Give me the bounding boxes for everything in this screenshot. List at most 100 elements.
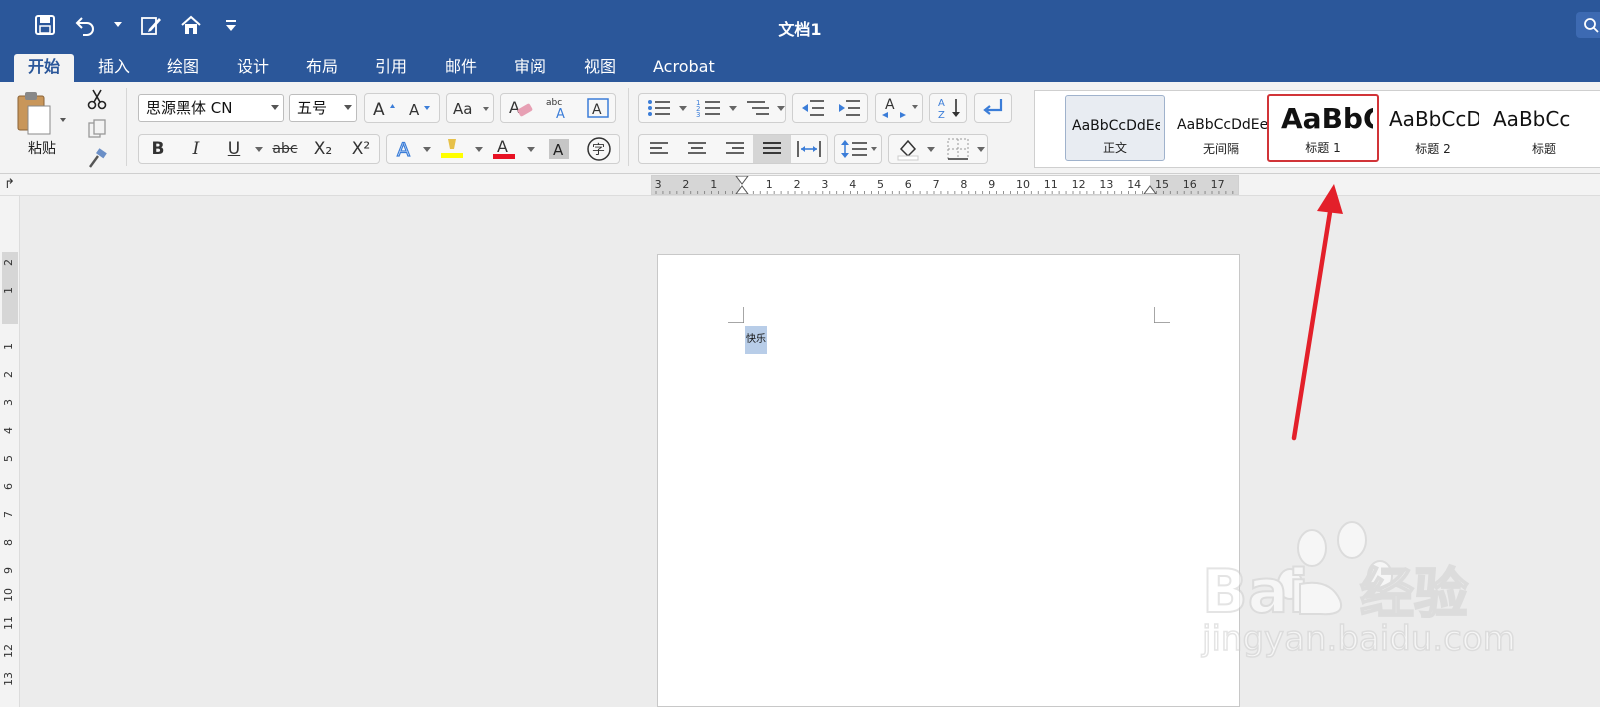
line-spacing-button[interactable]	[834, 134, 882, 164]
ruler-label: 10	[2, 588, 15, 602]
svg-text:A: A	[885, 97, 895, 113]
tab-draw[interactable]: 绘图	[153, 54, 213, 82]
vertical-ruler-ticks: 2112345678910111213	[2, 252, 18, 686]
show-marks-button[interactable]	[974, 93, 1012, 123]
style-heading-1[interactable]: AaBbC 标题 1	[1267, 94, 1379, 162]
svg-text:A: A	[409, 101, 420, 118]
ribbon-tabs: 开始 插入 绘图 设计 布局 引用 邮件 审阅 视图 Acrobat	[0, 52, 1600, 82]
bold-button[interactable]: B	[141, 135, 175, 163]
font-color-dropdown-icon[interactable]	[527, 147, 535, 152]
superscript-button[interactable]: X²	[343, 135, 379, 163]
style-name: 标题	[1531, 142, 1556, 156]
ruler-label: 17	[1211, 178, 1225, 191]
svg-text:A: A	[509, 98, 520, 117]
character-shading-icon[interactable]: A	[541, 135, 577, 163]
strikethrough-button[interactable]: abc	[267, 135, 303, 163]
shading-border-buttons	[888, 134, 988, 164]
underline-button[interactable]: U	[217, 135, 251, 163]
tab-design[interactable]: 设计	[223, 54, 283, 82]
title-bar: 文档1	[0, 0, 1600, 52]
highlight-icon[interactable]	[435, 135, 469, 163]
align-center-icon[interactable]	[679, 135, 715, 163]
ruler-label: 4	[2, 427, 15, 434]
text-effect-dropdown-icon[interactable]	[423, 147, 431, 152]
ruler-label: 16	[1183, 178, 1197, 191]
font-style-buttons: B I U abc X₂ X²	[138, 134, 380, 164]
tab-insert[interactable]: 插入	[84, 54, 144, 82]
increase-indent-icon[interactable]	[831, 94, 867, 122]
enclose-character-icon[interactable]: 字	[581, 135, 617, 163]
sort-button[interactable]: AZ	[929, 93, 967, 123]
italic-button[interactable]: I	[179, 135, 213, 163]
ruler-label: 11	[2, 616, 15, 630]
font-name-value: 思源黑体 CN	[146, 99, 233, 117]
borders-dropdown-icon[interactable]	[977, 147, 985, 152]
margin-corner-mark	[1154, 307, 1170, 323]
text-direction-icon: A	[878, 94, 922, 122]
clear-formatting-icon[interactable]: A	[503, 94, 539, 122]
subscript-button[interactable]: X₂	[305, 135, 341, 163]
numbering-icon[interactable]: 123	[691, 94, 727, 122]
text-effects-spelling-icon[interactable]: abc A	[541, 94, 577, 122]
style-no-spacing[interactable]: AaBbCcDdEe 无间隔	[1171, 95, 1271, 161]
align-left-icon[interactable]	[641, 135, 677, 163]
format-painter-icon[interactable]	[86, 148, 108, 170]
bullets-icon[interactable]	[641, 94, 677, 122]
document-page[interactable]	[657, 254, 1240, 707]
font-name-dropdown[interactable]: 思源黑体 CN	[138, 94, 284, 122]
text-direction-button[interactable]: A	[875, 93, 923, 123]
distributed-icon[interactable]	[791, 135, 827, 163]
change-case-button[interactable]: Aa	[446, 93, 494, 123]
ruler-label: 2	[682, 178, 689, 191]
numbering-dropdown-icon[interactable]	[729, 106, 737, 111]
align-right-icon[interactable]	[717, 135, 753, 163]
tab-mailings[interactable]: 邮件	[431, 54, 491, 82]
underline-dropdown-icon[interactable]	[255, 147, 263, 152]
vertical-ruler[interactable]: 2 1 1 2 3 4 5 6 7 8 9 10 11 12 13	[0, 196, 20, 707]
shading-dropdown-icon[interactable]	[927, 147, 935, 152]
decrease-indent-icon[interactable]	[795, 94, 831, 122]
text-effect-icon[interactable]: A	[391, 135, 421, 163]
tab-selector-icon[interactable]: ↱	[4, 177, 15, 192]
ruler-label: 3	[2, 399, 15, 406]
font-size-value: 五号	[297, 99, 328, 117]
font-color-icon[interactable]: A	[487, 135, 521, 163]
ribbon: 粘贴 思源黑体 CN 五号 A A Aa A abc A A B I U abc…	[0, 82, 1600, 174]
shrink-font-icon[interactable]: A	[403, 94, 439, 122]
indent-marker-icon[interactable]	[735, 176, 749, 194]
tab-view[interactable]: 视图	[570, 54, 630, 82]
tab-acrobat[interactable]: Acrobat	[639, 54, 729, 82]
tab-references[interactable]: 引用	[361, 54, 421, 82]
svg-text:A: A	[556, 107, 565, 120]
chevron-down-icon	[271, 105, 279, 110]
shading-icon[interactable]	[891, 135, 925, 163]
tab-home[interactable]: 开始	[14, 54, 75, 82]
style-preview: AaBbCcDdEe	[1177, 117, 1267, 133]
selected-text[interactable]: 快乐	[745, 326, 767, 354]
tab-review[interactable]: 审阅	[500, 54, 560, 82]
ruler-label: 5	[2, 455, 15, 462]
font-size-dropdown[interactable]: 五号	[289, 94, 357, 122]
multilevel-list-icon[interactable]	[741, 94, 775, 122]
style-heading-2[interactable]: AaBbCcD 标题 2	[1383, 95, 1483, 161]
borders-icon[interactable]	[941, 135, 975, 163]
style-normal[interactable]: AaBbCcDdEe 正文	[1065, 95, 1165, 161]
svg-text:3: 3	[696, 111, 700, 118]
justify-icon[interactable]	[753, 135, 791, 163]
horizontal-ruler[interactable]: 3 2 1 1 2 3 4 5 6 7 8 9 10 11 12 13 14 15 16 17	[651, 175, 1239, 195]
ruler-label: 3	[655, 178, 662, 191]
cut-icon[interactable]	[86, 88, 108, 110]
ruler-label: 8	[960, 178, 967, 191]
tab-layout[interactable]: 布局	[292, 54, 352, 82]
text-box-icon[interactable]: A	[581, 94, 615, 122]
grow-font-icon[interactable]: A	[367, 94, 403, 122]
list-buttons: 123	[638, 93, 786, 123]
highlight-dropdown-icon[interactable]	[475, 147, 483, 152]
copy-icon[interactable]	[86, 118, 108, 140]
ruler-label: 13	[1099, 178, 1113, 191]
search-icon[interactable]	[1576, 12, 1600, 38]
style-title[interactable]: AaBbCc 标题	[1487, 95, 1600, 161]
multilevel-dropdown-icon[interactable]	[777, 106, 785, 111]
bullets-dropdown-icon[interactable]	[679, 106, 687, 111]
style-preview: AaBbCcDdEe	[1072, 118, 1160, 134]
